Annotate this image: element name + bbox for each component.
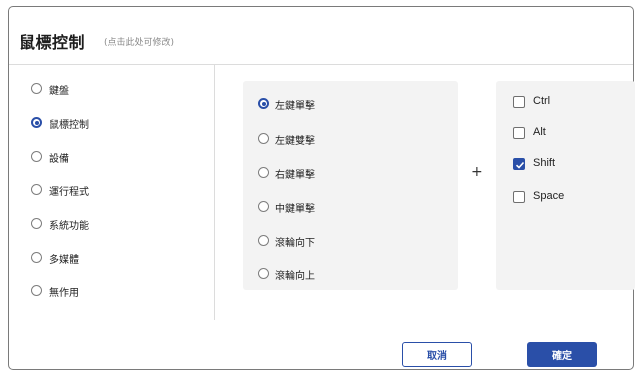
category-label: 鼠標控制 xyxy=(49,120,89,131)
plus-icon: + xyxy=(471,164,483,180)
action-label: 滾輪向上 xyxy=(275,271,315,282)
category-radio[interactable] xyxy=(31,151,42,162)
action-radio[interactable] xyxy=(258,98,269,109)
action-label: 左鍵單擊 xyxy=(275,101,315,112)
edit-hint: (点击此处可修改) xyxy=(104,38,175,48)
sidebar-divider xyxy=(214,65,215,320)
category-radio[interactable] xyxy=(31,184,42,195)
category-label: 多媒體 xyxy=(49,255,79,266)
category-radio[interactable] xyxy=(31,218,42,229)
category-label: 鍵盤 xyxy=(49,86,69,97)
action-radio[interactable] xyxy=(258,201,269,212)
mouse-action-panel xyxy=(243,81,458,290)
action-radio[interactable] xyxy=(258,133,269,144)
action-radio[interactable] xyxy=(258,167,269,178)
category-label: 無作用 xyxy=(49,288,79,299)
category-radio[interactable] xyxy=(31,117,42,128)
header-divider xyxy=(9,64,633,65)
action-radio[interactable] xyxy=(258,235,269,246)
mouse-control-dialog: 鼠標控制 (点击此处可修改) 鍵盤 鼠標控制 設備 運行程式 系統功能 多媒體 xyxy=(8,6,635,370)
confirm-button[interactable]: 確定 xyxy=(527,342,597,367)
category-label: 系統功能 xyxy=(49,221,89,232)
cancel-button[interactable]: 取消 xyxy=(402,342,472,367)
action-label: 滾輪向下 xyxy=(275,238,315,249)
modifier-label: Alt xyxy=(533,126,546,138)
modifier-label: Shift xyxy=(533,157,556,169)
category-radio[interactable] xyxy=(31,285,42,296)
modifier-checkbox[interactable] xyxy=(513,96,525,108)
modifier-label: Ctrl xyxy=(533,95,551,107)
action-label: 中鍵單擊 xyxy=(275,204,315,215)
action-label: 左鍵雙擊 xyxy=(275,136,315,147)
check-icon xyxy=(515,161,525,169)
category-radio[interactable] xyxy=(31,252,42,263)
modifier-label: Space xyxy=(533,190,565,202)
category-label: 設備 xyxy=(49,154,69,165)
modifier-checkbox[interactable] xyxy=(513,191,525,203)
modifier-checkbox[interactable] xyxy=(513,127,525,139)
category-label: 運行程式 xyxy=(49,187,89,198)
dialog-title[interactable]: 鼠標控制 xyxy=(19,29,85,53)
action-radio[interactable] xyxy=(258,268,269,279)
modifier-checkbox[interactable] xyxy=(513,158,525,170)
action-label: 右鍵單擊 xyxy=(275,170,315,181)
category-radio[interactable] xyxy=(31,83,42,94)
modifier-panel xyxy=(496,81,635,290)
